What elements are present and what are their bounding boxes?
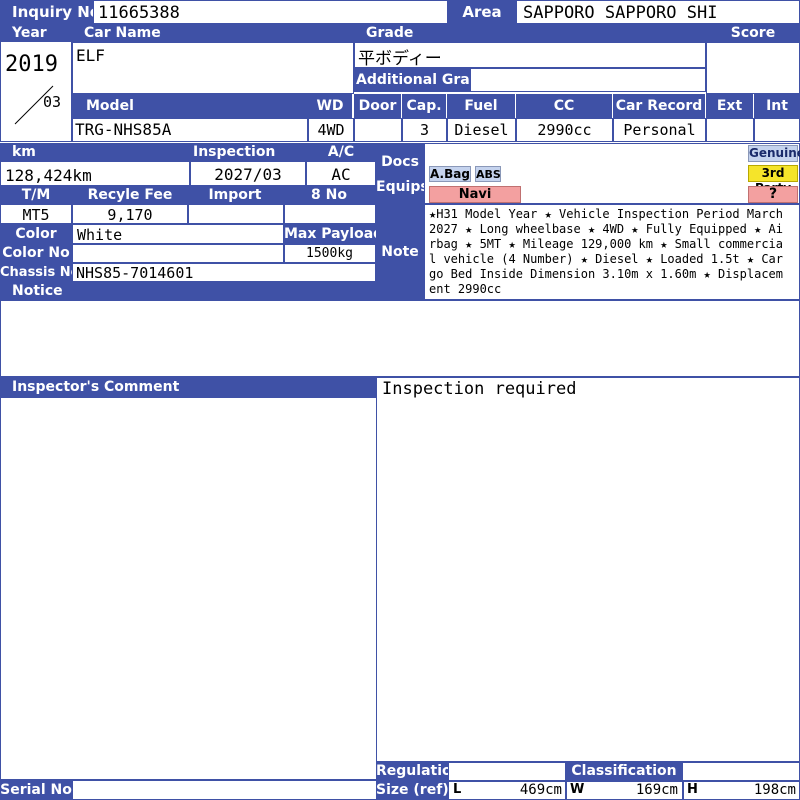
inspector-comment-label: Inspector's Comment <box>0 377 376 397</box>
third-party-badge: 3rd Party <box>748 165 798 195</box>
int-value <box>754 118 800 142</box>
ac-value: AC <box>306 161 376 186</box>
size-h-value: 198cm <box>753 782 796 798</box>
max-payload-value: 1500kg <box>284 244 376 263</box>
door-label: Door <box>354 94 401 118</box>
note-text: ★H31 Model Year ★ Vehicle Inspection Per… <box>429 207 783 296</box>
inspection-value: 2027/03 <box>190 161 306 186</box>
km-label: km <box>0 143 190 161</box>
size-h-label: H <box>687 782 698 797</box>
additional-grade-value <box>470 68 706 92</box>
ac-label: A/C <box>306 143 376 161</box>
cap-value: 3 <box>402 118 447 142</box>
size-l-value: 469cm <box>519 782 562 798</box>
cc-value: 2990cc <box>516 118 613 142</box>
serial-no-label: Serial No <box>0 780 72 800</box>
year-label: Year <box>0 24 72 42</box>
color-no-label: Color No <box>0 244 72 263</box>
inquiry-no-value: 11665388 <box>93 0 448 24</box>
cc-label: CC <box>516 94 612 118</box>
model-value: TRG-NHS85A <box>72 118 308 142</box>
airbag-badge: A.Bag <box>429 166 471 182</box>
km-value: 128,424km <box>0 161 190 186</box>
classification-value <box>682 762 800 781</box>
tm-label: T/M <box>0 186 72 204</box>
inquiry-no-label: Inquiry No <box>0 0 93 24</box>
size-w-value: 169cm <box>635 782 678 798</box>
int-label: Int <box>754 94 800 118</box>
docs-label: Docs <box>381 154 419 170</box>
classification-label: Classification <box>566 762 682 781</box>
chassis-no-label: Chassis No <box>0 263 72 282</box>
navi-badge: Navi <box>429 186 521 203</box>
color-label: Color <box>0 224 72 244</box>
color-value: White <box>72 224 284 244</box>
tm-value: MT5 <box>0 204 72 224</box>
ext-value <box>706 118 754 142</box>
recycle-fee-label: Recyle Fee <box>72 186 188 204</box>
month-value: 03 <box>43 93 62 111</box>
area-value: SAPPORO SAPPORO SHI <box>516 0 800 24</box>
recycle-fee-value: 9,170 <box>72 204 188 224</box>
wd-label: WD <box>308 94 352 118</box>
abs-badge: ABS <box>475 166 501 182</box>
car-record-value: Personal <box>613 118 706 142</box>
model-label: Model <box>72 94 308 118</box>
inspector-comment-area <box>376 377 800 762</box>
inspector-comment-text: Inspection required <box>382 379 577 399</box>
size-w-label: W <box>570 782 585 797</box>
eight-no-value <box>284 204 376 224</box>
grade-value: 平ボディー <box>354 42 706 68</box>
notice-label: Notice <box>0 282 376 300</box>
eight-no-label: 8 No <box>282 186 376 204</box>
area-label: Area <box>448 0 516 24</box>
car-name-label: Car Name <box>72 24 354 42</box>
equips-label: Equips <box>376 179 424 195</box>
additional-grade-label: Additional Grade <box>354 68 470 92</box>
size-l-label: L <box>453 782 462 797</box>
score-value <box>706 42 800 94</box>
car-name-value: ELF <box>72 42 354 94</box>
import-value <box>188 204 284 224</box>
max-payload-label: Max Payload <box>284 224 376 244</box>
wd-value: 4WD <box>308 118 354 142</box>
question-badge: ? <box>748 186 798 203</box>
year-cell: 2019 03 <box>0 42 72 142</box>
score-label: Score <box>706 24 800 42</box>
docs-equips-label: Docs Equips <box>376 143 424 204</box>
inspector-left-area <box>0 397 377 780</box>
import-label: Import <box>188 186 282 204</box>
serial-no-value <box>72 780 377 800</box>
notice-area <box>0 300 800 377</box>
size-ref-label: Size (ref) <box>376 781 448 800</box>
color-no-value <box>72 244 284 263</box>
regulation-value <box>448 762 566 781</box>
ext-label: Ext <box>706 94 753 118</box>
cap-label: Cap. <box>402 94 446 118</box>
fuel-label: Fuel <box>447 94 515 118</box>
inspection-label: Inspection <box>190 143 306 161</box>
chassis-no-value: NHS85-7014601 <box>72 263 376 282</box>
grade-label: Grade <box>354 24 706 42</box>
year-divider <box>14 85 54 125</box>
regulation-label: Regulation <box>376 762 448 781</box>
door-value <box>354 118 402 142</box>
note-label: Note <box>376 204 424 300</box>
car-record-label: Car Record <box>613 94 705 118</box>
genuine-badge: Genuine <box>748 145 800 162</box>
fuel-value: Diesel <box>447 118 516 142</box>
